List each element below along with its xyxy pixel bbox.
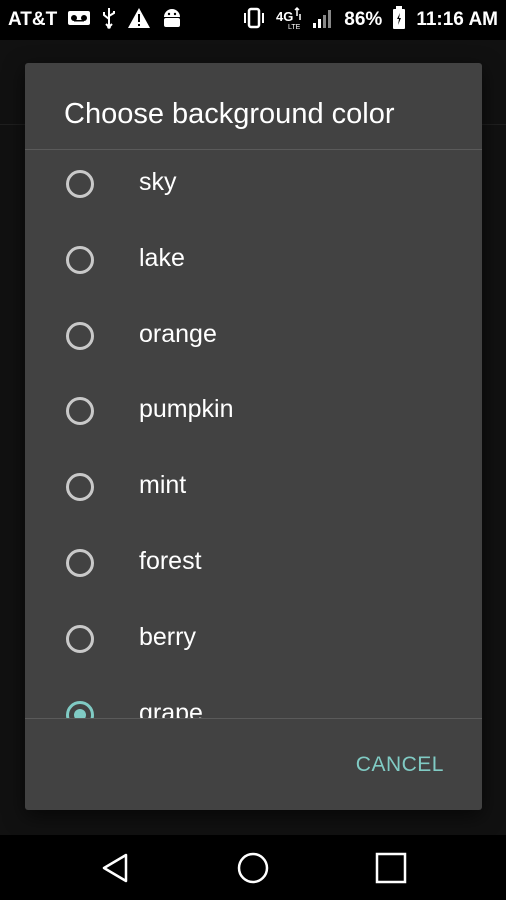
dialog-title: Choose background color (64, 98, 395, 130)
status-left: AT&T (8, 7, 183, 34)
clock: 11:16 AM (416, 9, 498, 30)
status-bar: AT&T 4G LTE 86% 11:16 AM (0, 0, 506, 40)
battery-icon (392, 5, 406, 35)
option-label: grape (139, 699, 203, 718)
status-right: 4G LTE 86% 11:16 AM (242, 5, 498, 35)
option-sky[interactable]: sky (25, 150, 482, 224)
radio-button[interactable] (66, 170, 94, 198)
vibrate-icon (242, 7, 266, 34)
color-options-list[interactable]: sky lake orange pumpkin mint forest berr… (25, 150, 482, 718)
radio-button[interactable] (66, 473, 94, 501)
home-icon[interactable] (235, 850, 271, 886)
option-label: mint (139, 471, 187, 499)
carrier-label: AT&T (8, 9, 58, 30)
navigation-bar (0, 835, 506, 900)
radio-button[interactable] (66, 549, 94, 577)
option-lake[interactable]: lake (25, 224, 482, 300)
option-label: berry (139, 623, 196, 651)
radio-button[interactable] (66, 246, 94, 274)
option-label: sky (139, 168, 177, 196)
voicemail-icon (67, 10, 91, 31)
svg-text:4G: 4G (276, 9, 293, 24)
battery-percent: 86% (344, 9, 383, 30)
option-orange[interactable]: orange (25, 300, 482, 376)
warning-icon (127, 7, 151, 34)
data-4g-icon: 4G LTE (276, 6, 302, 35)
svg-text:LTE: LTE (288, 24, 301, 30)
radio-button-selected[interactable] (66, 701, 94, 718)
option-label: pumpkin (139, 395, 234, 423)
radio-button[interactable] (66, 625, 94, 653)
usb-icon (101, 7, 117, 34)
option-mint[interactable]: mint (25, 451, 482, 527)
signal-icon (312, 7, 334, 34)
option-berry[interactable]: berry (25, 603, 482, 679)
radio-button[interactable] (66, 322, 94, 350)
back-icon[interactable] (98, 850, 134, 886)
android-icon (161, 7, 183, 34)
option-label: orange (139, 320, 217, 348)
cancel-button[interactable]: CANCEL (356, 753, 444, 777)
option-pumpkin[interactable]: pumpkin (25, 375, 482, 451)
option-forest[interactable]: forest (25, 527, 482, 603)
color-picker-dialog: Choose background color sky lake orange … (25, 63, 482, 810)
recents-icon[interactable] (373, 850, 409, 886)
radio-button[interactable] (66, 397, 94, 425)
option-label: forest (139, 547, 202, 575)
option-grape[interactable]: grape (25, 679, 482, 718)
option-label: lake (139, 244, 185, 272)
actions-divider (25, 718, 482, 719)
